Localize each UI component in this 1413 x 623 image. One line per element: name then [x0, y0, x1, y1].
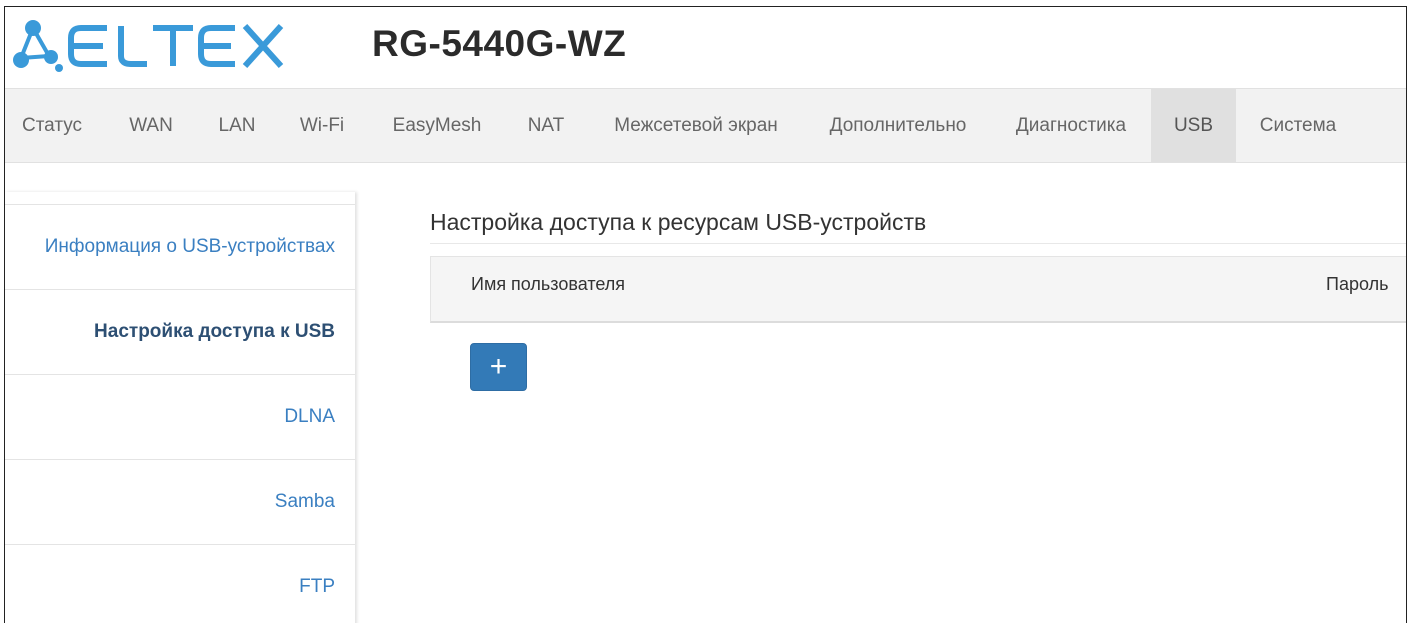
- nav-tab-nat[interactable]: NAT: [505, 89, 587, 162]
- users-table-header: Имя пользователя Пароль: [430, 256, 1406, 323]
- nav-tab-status[interactable]: Статус: [5, 89, 99, 162]
- header: RG-5440G-WZ: [5, 7, 1406, 88]
- column-header-username: Имя пользователя: [471, 274, 626, 294]
- nav-tab-diagnostics[interactable]: Диагностика: [995, 89, 1147, 162]
- device-model: RG-5440G-WZ: [372, 23, 627, 64]
- sidebar-item-usb-info[interactable]: Информация о USB-устройствах: [5, 204, 355, 288]
- eltex-logo: [13, 20, 284, 72]
- nav-tab-lan[interactable]: LAN: [197, 89, 277, 162]
- sidebar-item-samba[interactable]: Samba: [5, 459, 355, 543]
- nav-tab-firewall[interactable]: Межсетевой экран: [587, 89, 805, 162]
- app-frame: RG-5440G-WZ Статус WAN LAN Wi-Fi EasyMes…: [4, 6, 1407, 623]
- column-header-password: Пароль: [1326, 274, 1389, 294]
- nav-tab-usb[interactable]: USB: [1151, 89, 1236, 162]
- sidebar: Информация о USB-устройствах Настройка д…: [5, 192, 355, 623]
- nav-tab-easymesh[interactable]: EasyMesh: [371, 89, 503, 162]
- nav-tab-wan[interactable]: WAN: [105, 89, 197, 162]
- page-title: Настройка доступа к ресурсам USB-устройс…: [430, 209, 927, 235]
- sidebar-item-usb-access[interactable]: Настройка доступа к USB: [5, 289, 355, 373]
- nav-tab-wifi[interactable]: Wi-Fi: [277, 89, 367, 162]
- nav-tab-system[interactable]: Система: [1238, 89, 1358, 162]
- logo-node-icon: [13, 20, 63, 72]
- title-divider: [430, 243, 1406, 244]
- top-nav: Статус WAN LAN Wi-Fi EasyMesh NAT Межсет…: [5, 88, 1406, 163]
- sidebar-item-dlna[interactable]: DLNA: [5, 374, 355, 458]
- sidebar-item-ftp[interactable]: FTP: [5, 544, 355, 623]
- add-user-button[interactable]: +: [470, 343, 527, 391]
- nav-tab-advanced[interactable]: Дополнительно: [805, 89, 991, 162]
